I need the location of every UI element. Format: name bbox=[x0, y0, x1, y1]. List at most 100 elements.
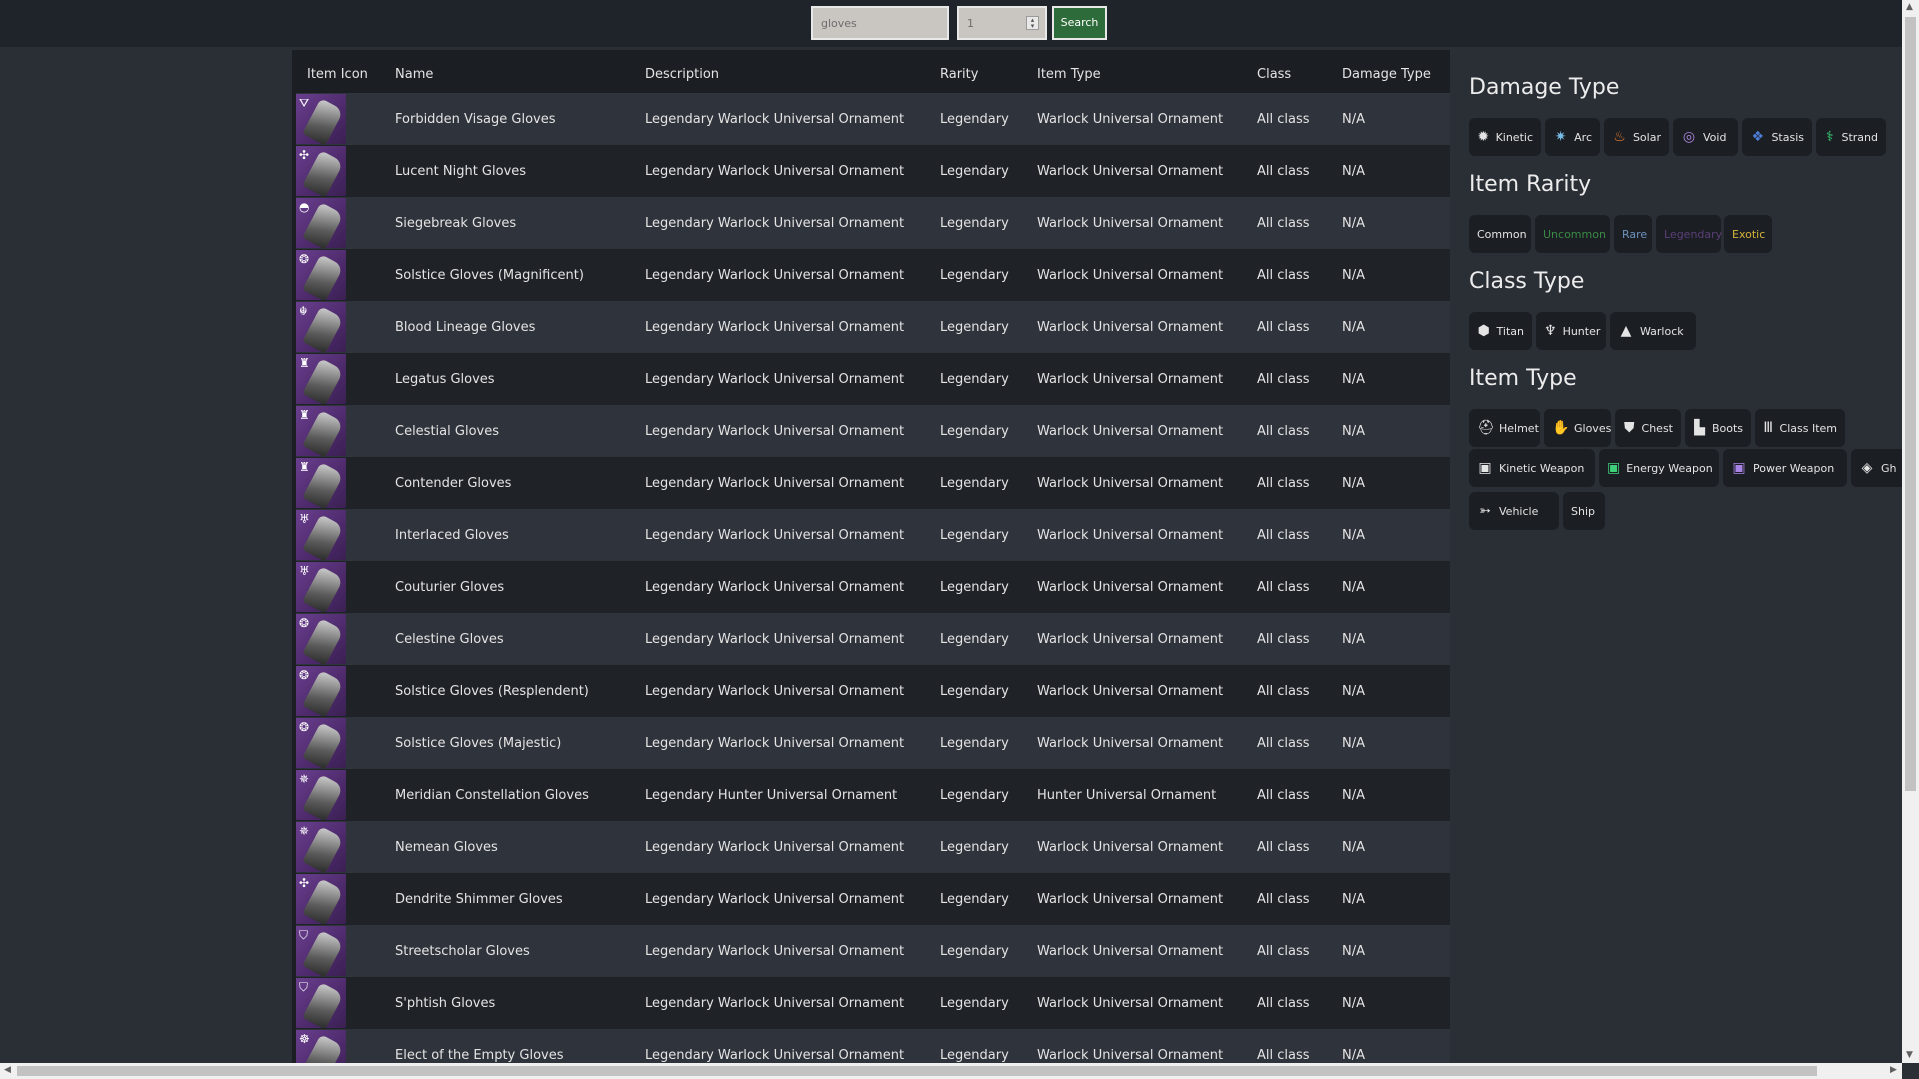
scroll-left-icon[interactable]: ◀ bbox=[4, 1065, 11, 1075]
row-description: Legendary Warlock Universal Ornament bbox=[645, 164, 905, 179]
table-row[interactable]: ♜ Celestial Gloves Legendary Warlock Unive… bbox=[296, 405, 1450, 457]
item-glove-icon: ♜ bbox=[296, 458, 346, 508]
filter-chip-void[interactable]: ◎ Void bbox=[1673, 118, 1738, 156]
filter-chip-warlock[interactable]: ▲ Warlock bbox=[1610, 312, 1696, 350]
row-item-type: Warlock Universal Ornament bbox=[1037, 892, 1224, 907]
filter-chip-gloves[interactable]: ✋ Gloves bbox=[1544, 409, 1611, 447]
header-item-type: Item Type bbox=[1037, 67, 1101, 82]
row-description: Legendary Warlock Universal Ornament bbox=[645, 580, 905, 595]
item-glove-icon: ☬ bbox=[296, 302, 346, 352]
row-name: Legatus Gloves bbox=[395, 372, 495, 387]
table-row[interactable]: ⛉ Streetscholar Gloves Legendary Warlock U… bbox=[296, 925, 1450, 977]
row-damage-type: N/A bbox=[1342, 996, 1365, 1011]
row-name: Elect of the Empty Gloves bbox=[395, 1048, 564, 1063]
scroll-up-icon[interactable]: ▲ bbox=[1906, 2, 1913, 12]
item-glove-icon: ✵ bbox=[296, 770, 346, 820]
filter-chip-chest[interactable]: ⛊ Chest bbox=[1615, 409, 1681, 447]
horizontal-scroll-thumb[interactable] bbox=[17, 1066, 1817, 1076]
row-item-type: Warlock Universal Ornament bbox=[1037, 268, 1224, 283]
header-item-icon: Item Icon bbox=[307, 67, 368, 82]
row-item-type: Warlock Universal Ornament bbox=[1037, 216, 1224, 231]
filter-chip-exotic[interactable]: Exotic bbox=[1724, 215, 1772, 253]
filter-chip-hunter[interactable]: ♆ Hunter bbox=[1536, 312, 1606, 350]
ornament-emblem-icon: ✣ bbox=[299, 876, 310, 890]
filter-chip-stasis[interactable]: ❖ Stasis bbox=[1742, 118, 1812, 156]
row-rarity: Legendary bbox=[940, 840, 1009, 855]
table-row[interactable]: ✵ Meridian Constellation Gloves Legendary … bbox=[296, 769, 1450, 821]
row-rarity: Legendary bbox=[940, 372, 1009, 387]
table-row[interactable]: ❂ Solstice Gloves (Majestic) Legendary War… bbox=[296, 717, 1450, 769]
filter-chip-ship[interactable]: Ship bbox=[1563, 492, 1605, 530]
row-damage-type: N/A bbox=[1342, 788, 1365, 803]
spinner-icon[interactable]: ▴ ▾ bbox=[1026, 16, 1039, 30]
ornament-emblem-icon: ⛛ bbox=[299, 96, 310, 110]
row-damage-type: N/A bbox=[1342, 528, 1365, 543]
glove-graphic bbox=[302, 930, 344, 976]
table-row[interactable]: ✣ Dendrite Shimmer Gloves Legendary Warloc… bbox=[296, 873, 1450, 925]
vertical-scrollbar[interactable]: ▲ ▼ bbox=[1902, 0, 1919, 1063]
filter-chip-arc[interactable]: ✷ Arc bbox=[1545, 118, 1600, 156]
row-class: All class bbox=[1257, 788, 1310, 803]
row-item-type: Warlock Universal Ornament bbox=[1037, 1048, 1224, 1063]
filter-chip-energy-weapon[interactable]: ▣ Energy Weapon bbox=[1599, 449, 1719, 487]
filter-chip-titan[interactable]: ⬢ Titan bbox=[1469, 312, 1532, 350]
table-row[interactable]: ♜ Legatus Gloves Legendary Warlock Univers… bbox=[296, 353, 1450, 405]
row-damage-type: N/A bbox=[1342, 736, 1365, 751]
filter-chip-class-item[interactable]: Ⅲ Class Item bbox=[1755, 409, 1845, 447]
row-name: Siegebreak Gloves bbox=[395, 216, 517, 231]
glove-graphic bbox=[302, 982, 344, 1028]
power-weapon-icon: ▣ bbox=[1732, 460, 1746, 476]
search-input[interactable]: gloves bbox=[811, 6, 949, 40]
table-row[interactable]: ✵ Nemean Gloves Legendary Warlock Universa… bbox=[296, 821, 1450, 873]
row-class: All class bbox=[1257, 632, 1310, 647]
filter-chip-kinetic-weapon[interactable]: ▣ Kinetic Weapon bbox=[1469, 449, 1595, 487]
table-row[interactable]: ⛉ S'phtish Gloves Legendary Warlock Univer… bbox=[296, 977, 1450, 1029]
item-glove-icon: ❂ bbox=[296, 666, 346, 716]
filter-chip-boots[interactable]: ▙ Boots bbox=[1685, 409, 1751, 447]
filter-chip-common[interactable]: Common bbox=[1469, 215, 1531, 253]
table-row[interactable]: ◓ Siegebreak Gloves Legendary Warlock Univ… bbox=[296, 197, 1450, 249]
ornament-emblem-icon: ✣ bbox=[299, 148, 310, 162]
horizontal-scrollbar[interactable]: ◀ ▶ bbox=[0, 1063, 1902, 1079]
row-rarity: Legendary bbox=[940, 684, 1009, 699]
row-item-type: Warlock Universal Ornament bbox=[1037, 632, 1224, 647]
item-glove-icon: ◓ bbox=[296, 198, 346, 248]
filter-chip-power-weapon[interactable]: ▣ Power Weapon bbox=[1723, 449, 1847, 487]
filter-chip-gh[interactable]: ◈ Gh bbox=[1851, 449, 1902, 487]
table-row[interactable]: ☸ Elect of the Empty Gloves Legendary Warl… bbox=[296, 1029, 1450, 1063]
search-button[interactable]: Search bbox=[1052, 6, 1107, 40]
row-item-type: Warlock Universal Ornament bbox=[1037, 840, 1224, 855]
table-row[interactable]: ☬ Blood Lineage Gloves Legendary Warlock U… bbox=[296, 301, 1450, 353]
table-row[interactable]: ✣ Lucent Night Gloves Legendary Warlock Un… bbox=[296, 145, 1450, 197]
filter-chip-vehicle[interactable]: ➳ Vehicle bbox=[1469, 492, 1559, 530]
count-input[interactable]: 1 ▴ ▾ bbox=[957, 6, 1047, 40]
table-row[interactable]: ❂ Solstice Gloves (Magnificent) Legendary … bbox=[296, 249, 1450, 301]
scroll-right-icon[interactable]: ▶ bbox=[1890, 1065, 1897, 1075]
filter-chip-strand[interactable]: ⚕ Strand bbox=[1816, 118, 1886, 156]
filter-chip-helmet[interactable]: ⛑ Helmet bbox=[1469, 409, 1540, 447]
filter-chip-solar[interactable]: ♨ Solar bbox=[1604, 118, 1669, 156]
table-row[interactable]: ♅ Couturier Gloves Legendary Warlock Unive… bbox=[296, 561, 1450, 613]
table-row[interactable]: ❂ Solstice Gloves (Resplendent) Legendary … bbox=[296, 665, 1450, 717]
vertical-scroll-thumb[interactable] bbox=[1905, 17, 1916, 791]
table-row[interactable]: ♜ Contender Gloves Legendary Warlock Unive… bbox=[296, 457, 1450, 509]
filter-chip-label: Titan bbox=[1496, 324, 1524, 338]
row-class: All class bbox=[1257, 684, 1310, 699]
row-name: Celestine Gloves bbox=[395, 632, 504, 647]
filter-chip-rare[interactable]: Rare bbox=[1614, 215, 1652, 253]
row-rarity: Legendary bbox=[940, 476, 1009, 491]
table-row[interactable]: ♅ Interlaced Gloves Legendary Warlock Univ… bbox=[296, 509, 1450, 561]
table-row[interactable]: ❂ Celestine Gloves Legendary Warlock Unive… bbox=[296, 613, 1450, 665]
table-row[interactable]: ⛛ Forbidden Visage Gloves Legendary Warloc… bbox=[296, 93, 1450, 145]
filter-chip-uncommon[interactable]: Uncommon bbox=[1535, 215, 1610, 253]
row-rarity: Legendary bbox=[940, 632, 1009, 647]
filter-chip-kinetic[interactable]: ✹ Kinetic bbox=[1469, 118, 1541, 156]
row-item-type: Warlock Universal Ornament bbox=[1037, 424, 1224, 439]
filter-chip-label: Ship bbox=[1571, 504, 1595, 518]
filter-chip-legendary[interactable]: Legendary bbox=[1656, 215, 1722, 253]
scroll-down-icon[interactable]: ▼ bbox=[1906, 1050, 1913, 1060]
filter-chip-label: Gloves bbox=[1574, 421, 1612, 435]
row-rarity: Legendary bbox=[940, 788, 1009, 803]
row-damage-type: N/A bbox=[1342, 164, 1365, 179]
row-rarity: Legendary bbox=[940, 320, 1009, 335]
